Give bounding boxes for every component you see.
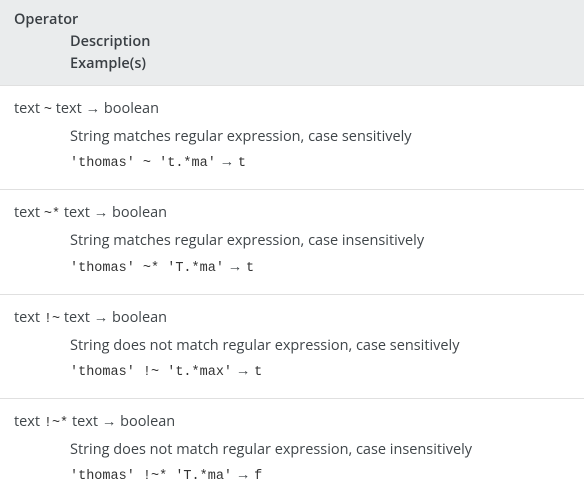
operator-signature: text ~ text → boolean [14, 98, 570, 122]
operator-description: String does not match regular expression… [14, 435, 570, 461]
arrow: → [94, 308, 109, 327]
example-expr: 'thomas' !~ 't.*max' [70, 365, 232, 380]
operator-table: Operator Description Example(s) text ~ t… [0, 0, 584, 502]
example-result: t [238, 156, 246, 171]
arrow: → [86, 99, 101, 118]
table-header-cell: Operator Description Example(s) [0, 0, 584, 86]
type-text: text [56, 99, 82, 118]
operator-example: 'thomas' !~* 'T.*ma' → f [14, 461, 570, 488]
arrow: → [220, 152, 235, 171]
operator-signature: text ~* text → boolean [14, 202, 570, 226]
type-text: text [64, 308, 90, 327]
arrow: → [236, 361, 251, 380]
type-text: text [14, 99, 40, 118]
type-text: text [14, 203, 40, 222]
operator-symbol: ~ [44, 103, 52, 118]
operator-description: String matches regular expression, case … [14, 226, 570, 252]
return-type: boolean [112, 308, 167, 327]
operator-description: String does not match regular expression… [14, 331, 570, 357]
header-description: Description [14, 29, 570, 51]
example-expr: 'thomas' !~* 'T.*ma' [70, 469, 232, 484]
example-expr: 'thomas' ~ 't.*ma' [70, 156, 216, 171]
example-expr: 'thomas' ~* 'T.*ma' [70, 261, 224, 276]
operator-signature: text !~* text → boolean [14, 411, 570, 435]
operator-signature: text !~ text → boolean [14, 307, 570, 331]
arrow: → [102, 412, 117, 431]
header-operator: Operator [14, 10, 78, 29]
example-result: t [246, 261, 254, 276]
operator-example: 'thomas' ~* 'T.*ma' → t [14, 253, 570, 280]
operator-example: 'thomas' !~ 't.*max' → t [14, 357, 570, 384]
table-row: text ~ text → boolean String matches reg… [0, 86, 584, 190]
type-text: text [72, 412, 98, 431]
type-text: text [64, 203, 90, 222]
table-row: text !~* text → boolean String does not … [0, 398, 584, 502]
type-text: text [14, 412, 40, 431]
type-text: text [14, 308, 40, 327]
operator-symbol: !~* [44, 416, 68, 431]
operator-description: String matches regular expression, case … [14, 122, 570, 148]
example-result: f [254, 469, 262, 484]
return-type: boolean [120, 412, 175, 431]
arrow: → [94, 203, 109, 222]
operator-example: 'thomas' ~ 't.*ma' → t [14, 148, 570, 175]
header-examples: Example(s) [14, 51, 570, 73]
table-row: text ~* text → boolean String matches re… [0, 190, 584, 294]
arrow: → [236, 465, 251, 484]
return-type: boolean [112, 203, 167, 222]
arrow: → [228, 257, 243, 276]
example-result: t [254, 365, 262, 380]
return-type: boolean [104, 99, 159, 118]
table-row: text !~ text → boolean String does not m… [0, 294, 584, 398]
operator-symbol: ~* [44, 207, 60, 222]
operator-symbol: !~ [44, 312, 60, 327]
